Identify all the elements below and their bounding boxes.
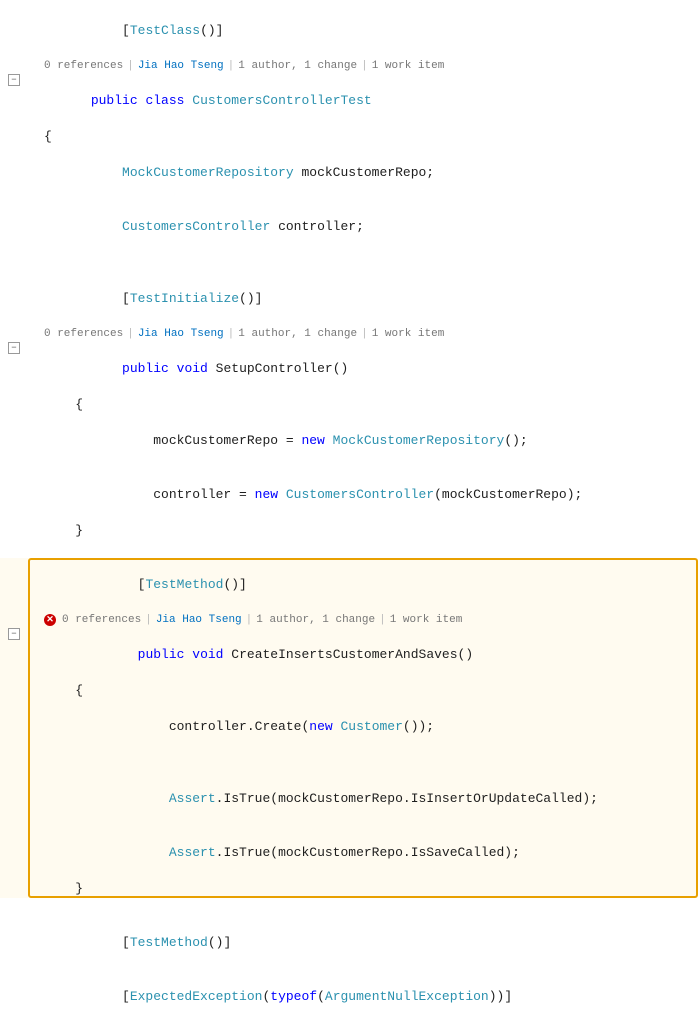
line-setup-decl: − public void SetupController() [0, 342, 698, 396]
testinit-attr-text: [TestInitialize()] [40, 272, 698, 326]
setup-decl-text: public void SetupController() [40, 342, 698, 396]
testinit-refs: 0 references [44, 326, 123, 342]
assert1-text: Assert.IsTrue(mockCustomerRepo.IsInsertO… [40, 772, 698, 826]
create-decl-text: public void CreateInsertsCustomerAndSave… [40, 628, 698, 682]
line-close3: } [0, 880, 698, 898]
line-open3: { [0, 682, 698, 700]
collapse-setup-btn[interactable]: − [8, 342, 20, 354]
line-testmethod2-attr: [TestMethod()] [0, 916, 698, 970]
mock-assign-text: mockCustomerRepo = new MockCustomerRepos… [40, 414, 698, 468]
line-assert1: Assert.IsTrue(mockCustomerRepo.IsInsertO… [0, 772, 698, 826]
line-class-decl: − public class CustomersControllerTest [0, 74, 698, 128]
open1-text: { [40, 128, 698, 146]
line-testinit-attr: [TestInitialize()] [0, 272, 698, 326]
highlighted-block: [TestMethod()] ✕ 0 references | Jia Hao … [0, 558, 698, 898]
ctrl-assign-text: controller = new CustomersController(moc… [40, 468, 698, 522]
testclass-workitem: 1 work item [372, 58, 445, 74]
testmethod2-attr-text: [TestMethod()] [40, 916, 698, 970]
testinit-meta: 0 references | Jia Hao Tseng | 1 author,… [0, 326, 698, 342]
line-mock-assign: mockCustomerRepo = new MockCustomerRepos… [0, 414, 698, 468]
open2-text: { [40, 396, 698, 414]
line-assert2: Assert.IsTrue(mockCustomerRepo.IsSaveCal… [0, 826, 698, 880]
testinit-author[interactable]: Jia Hao Tseng [138, 326, 224, 342]
line-ctrl-assign: controller = new CustomersController(moc… [0, 468, 698, 522]
testclass-meta: 0 references | Jia Hao Tseng | 1 author,… [0, 58, 698, 74]
line-mock-field: MockCustomerRepository mockCustomerRepo; [0, 146, 698, 200]
collapse-create-btn[interactable]: − [8, 628, 20, 640]
ctrl-create-text: controller.Create(new Customer()); [40, 700, 698, 754]
line-expected-attr: [ExpectedException(typeof(ArgumentNullEx… [0, 970, 698, 1024]
line-close2: } [0, 522, 698, 540]
gutter-create[interactable]: − [0, 628, 28, 640]
collapse-class-btn[interactable]: − [8, 74, 20, 86]
testinit-changes: 1 author, 1 change [238, 326, 357, 342]
assert2-text: Assert.IsTrue(mockCustomerRepo.IsSaveCal… [40, 826, 698, 880]
error-icon: ✕ [44, 614, 56, 626]
line-empty4 [0, 898, 698, 916]
code-editor: [TestClass()] 0 references | Jia Hao Tse… [0, 0, 698, 1026]
testclass-author[interactable]: Jia Hao Tseng [138, 58, 224, 74]
testmethod2-changes: 1 author, 1 change [256, 1024, 375, 1026]
class-decl-text: public class CustomersControllerTest [40, 74, 698, 128]
line-testclass-attr: [TestClass()] [0, 4, 698, 58]
close2-text: } [40, 522, 698, 540]
testmethod2-author[interactable]: Jia Hao Tseng [156, 1024, 242, 1026]
testclass-attr-text: [TestClass()] [40, 4, 698, 58]
line-empty3 [0, 754, 698, 772]
testmethod1-meta: ✕ 0 references | Jia Hao Tseng | 1 autho… [0, 612, 698, 628]
testmethod2-workitem: 1 work item [390, 1024, 463, 1026]
testclass-refs: 0 references [44, 58, 123, 74]
gutter-class[interactable]: − [0, 74, 28, 86]
line-open2: { [0, 396, 698, 414]
line-ctrl-create: controller.Create(new Customer()); [0, 700, 698, 754]
line-testmethod1-attr: [TestMethod()] [0, 558, 698, 612]
testmethod1-changes: 1 author, 1 change [256, 612, 375, 628]
open3-text: { [40, 682, 698, 700]
expected-attr-text: [ExpectedException(typeof(ArgumentNullEx… [40, 970, 698, 1024]
line-empty1 [0, 254, 698, 272]
gutter-setup[interactable]: − [0, 342, 28, 354]
testinit-workitem: 1 work item [372, 326, 445, 342]
line-ctrl-field: CustomersController controller; [0, 200, 698, 254]
mock-field-text: MockCustomerRepository mockCustomerRepo; [40, 146, 698, 200]
line-open1: { [0, 128, 698, 146]
testmethod1-author[interactable]: Jia Hao Tseng [156, 612, 242, 628]
close3-text: } [40, 880, 698, 898]
testmethod2-refs: 0 references [62, 1024, 141, 1026]
testmethod1-attr-text: [TestMethod()] [40, 558, 698, 612]
line-empty2 [0, 540, 698, 558]
testclass-changes: 1 author, 1 change [238, 58, 357, 74]
ctrl-field-text: CustomersController controller; [40, 200, 698, 254]
line-create-decl: − public void CreateInsertsCustomerAndSa… [0, 628, 698, 682]
testmethod1-refs: 0 references [62, 612, 141, 628]
testmethod1-workitem: 1 work item [390, 612, 463, 628]
testmethod2-meta: ✓ 0 references | Jia Hao Tseng | 1 autho… [0, 1024, 698, 1026]
